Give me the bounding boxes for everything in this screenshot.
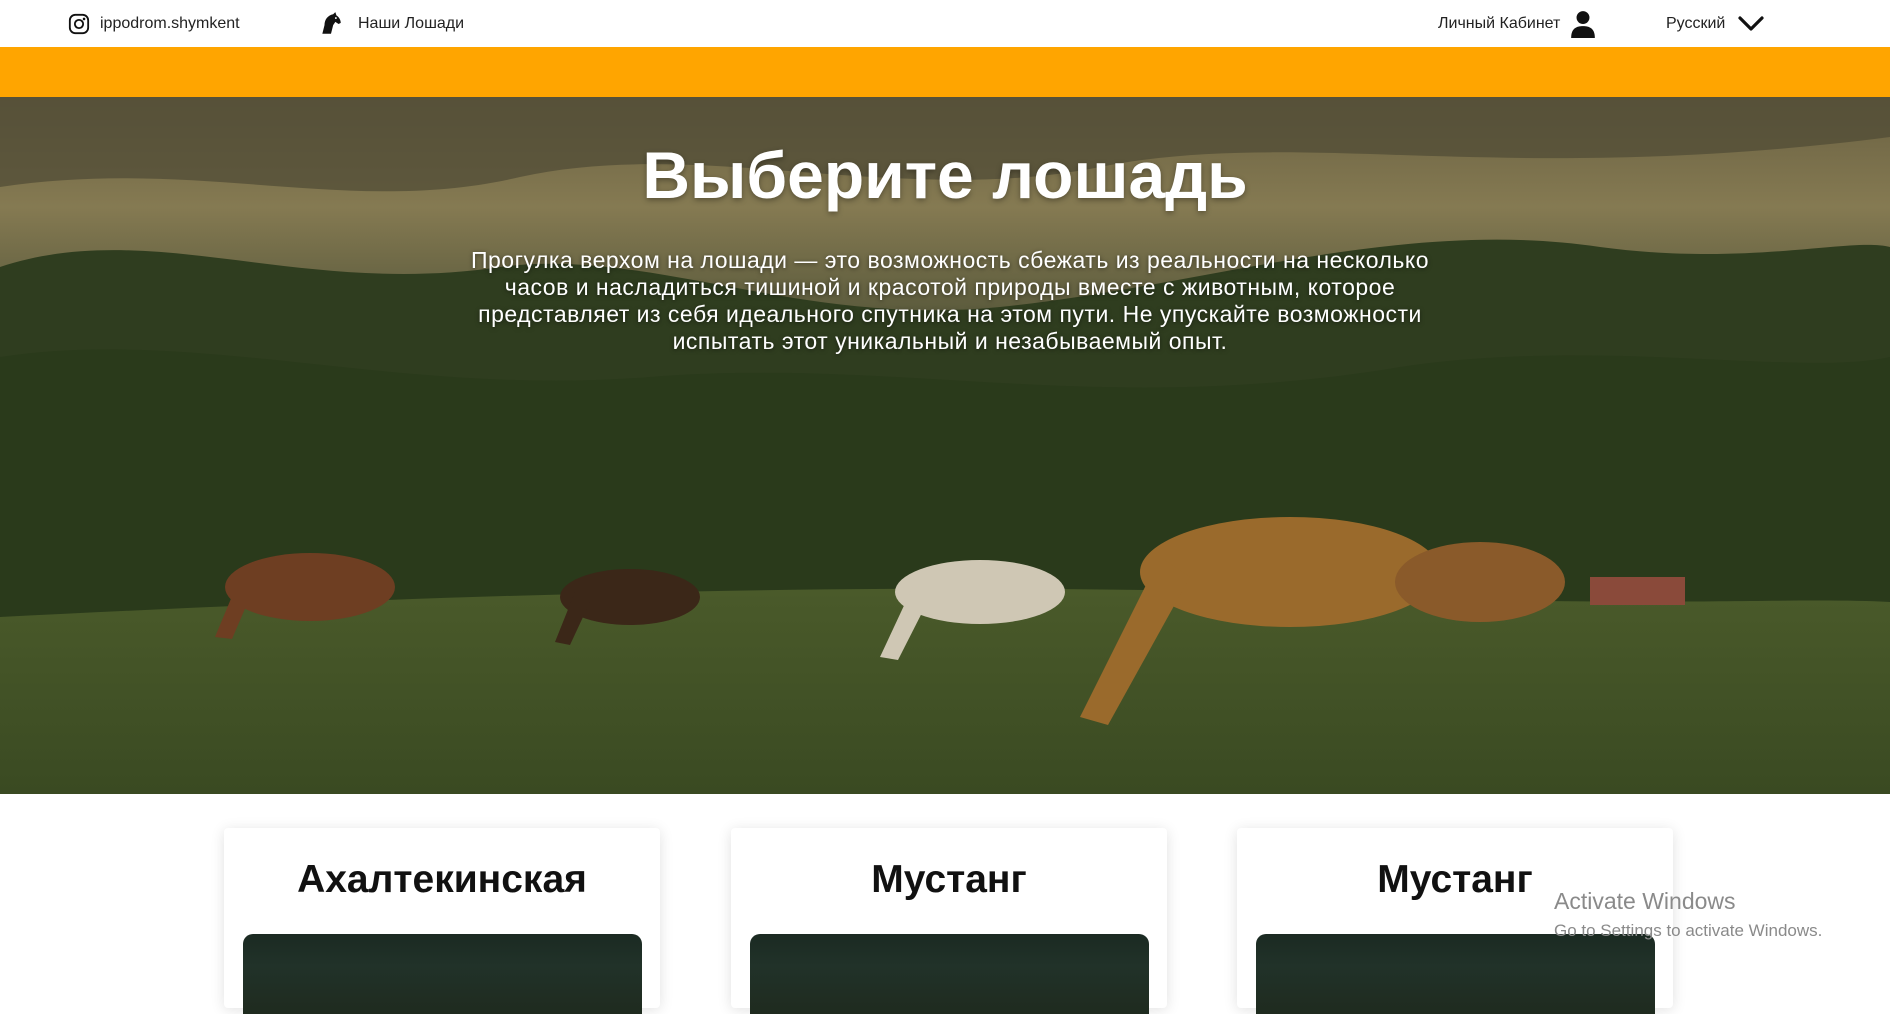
instagram-icon <box>68 13 90 34</box>
horse-card-image <box>243 934 642 1014</box>
horse-card[interactable]: Ахалтекинская <box>224 828 660 1014</box>
our-horses-link[interactable]: Наши Лошади <box>318 0 464 47</box>
top-navigation: ippodrom.shymkent Наши Лошади Личный Каб… <box>0 0 1890 47</box>
personal-cabinet-label: Личный Кабинет <box>1438 14 1561 32</box>
chevron-down-icon <box>1738 15 1764 31</box>
language-label: Русский <box>1666 14 1726 32</box>
horse-head-icon <box>322 11 341 34</box>
watermark-line-2: Go to Settings to activate Windows. <box>1554 921 1823 940</box>
instagram-link[interactable]: ippodrom.shymkent <box>68 0 240 47</box>
user-icon <box>1571 10 1596 38</box>
accent-bar <box>0 47 1890 97</box>
personal-cabinet-link[interactable]: Личный Кабинет <box>1438 0 1596 47</box>
hero-description: Прогулка верхом на лошади — это возможно… <box>470 247 1430 354</box>
our-horses-label: Наши Лошади <box>358 14 465 32</box>
watermark-line-1: Activate Windows <box>1554 888 1736 914</box>
horse-card-title: Мустанг <box>871 858 1027 901</box>
horse-card[interactable]: Мустанг <box>731 828 1167 1014</box>
horse-card-image <box>750 934 1149 1014</box>
hero-banner: Выберите лошадь Прогулка верхом на лошад… <box>0 97 1890 794</box>
instagram-label: ippodrom.shymkent <box>100 14 240 32</box>
horse-card-image <box>1256 934 1655 1014</box>
windows-activation-watermark: Activate Windows Go to Settings to activ… <box>1554 888 1822 941</box>
language-selector[interactable]: Русский <box>1666 0 1765 47</box>
hero-title: Выберите лошадь <box>642 138 1248 212</box>
horse-card-title: Ахалтекинская <box>297 858 587 901</box>
